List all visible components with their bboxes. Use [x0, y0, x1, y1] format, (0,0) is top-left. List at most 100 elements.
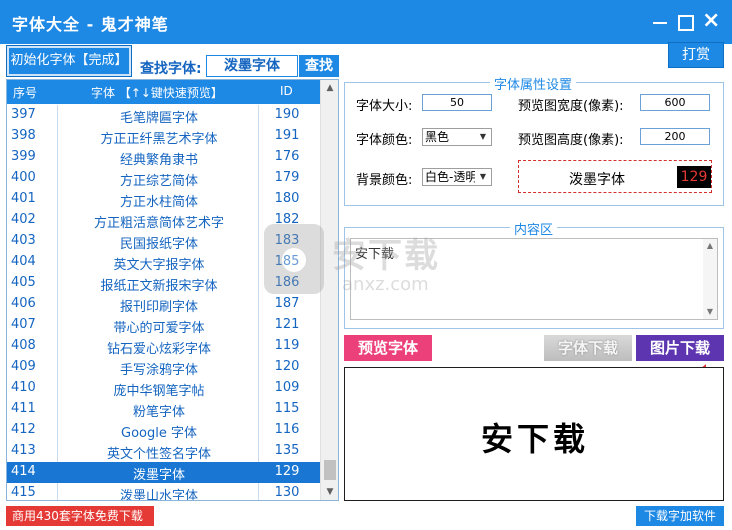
title-bar: 字体大全 - 鬼才神笔 × [0, 0, 732, 44]
cell-font-id: 109 [274, 380, 300, 395]
column-header-font[interactable]: 字体 【↑↓键快速预览】 [91, 84, 223, 101]
font-size-label: 字体大小: [356, 99, 413, 114]
find-button[interactable]: 查找 [299, 55, 339, 77]
cell-index: 400 [11, 170, 36, 185]
column-divider [57, 420, 58, 441]
cell-font-id: 129 [274, 464, 300, 479]
table-row[interactable]: 412 Google 字体 116 [7, 420, 320, 441]
column-divider [57, 273, 58, 294]
cell-font-id: 191 [274, 128, 300, 143]
window-title: 字体大全 - 鬼才神笔 [12, 15, 169, 34]
table-row[interactable]: 415 泼墨山水字体 130 [7, 483, 320, 500]
cell-font-id: 135 [274, 443, 300, 458]
cell-font-name: 粉笔字体 [132, 405, 185, 420]
cell-font-name: Google 字体 [121, 426, 197, 441]
cell-font-name: 带心的可爱字体 [113, 321, 205, 336]
preview-rendered-text: 安下载 [480, 420, 589, 458]
scroll-up-icon[interactable]: ▲ [321, 80, 338, 96]
cell-font-name: 英文个性签名字体 [106, 447, 211, 462]
content-text: 安下载 [355, 247, 395, 262]
content-scrollbar[interactable]: ▲ ▼ [703, 239, 717, 319]
selected-font-name: 泼墨字体 [569, 172, 625, 188]
table-row[interactable]: 400 方正综艺简体 179 [7, 168, 320, 189]
font-color-select[interactable]: 黑色 ▼ [422, 128, 492, 146]
cell-font-id: 130 [274, 485, 300, 500]
font-preview-pane: 安下载 [344, 367, 724, 501]
table-scrollbar[interactable]: ▲ ▼ [320, 80, 338, 500]
table-row[interactable]: 403 民国报纸字体 183 [7, 231, 320, 252]
cell-index: 412 [11, 422, 36, 437]
cell-font-id: 182 [274, 212, 300, 227]
commercial-fonts-link[interactable]: 商用430套字体免费下载 [6, 506, 154, 526]
cell-font-id: 187 [274, 296, 300, 311]
table-row[interactable]: 414 泼墨字体 129 [7, 462, 320, 483]
content-textarea[interactable]: 安下载 ▲ ▼ [350, 238, 718, 320]
table-row[interactable]: 405 报纸正文新报宋字体 186 [7, 273, 320, 294]
column-divider [57, 294, 58, 315]
cell-font-name: 经典繁角隶书 [119, 153, 198, 168]
preview-font-button[interactable]: 预览字体 [344, 335, 432, 361]
column-divider [57, 378, 58, 399]
cell-index: 404 [11, 254, 36, 269]
column-divider [57, 105, 58, 126]
close-icon[interactable]: × [702, 10, 720, 32]
table-row[interactable]: 409 手写涂鸦字体 120 [7, 357, 320, 378]
chevron-down-icon[interactable]: ▼ [475, 169, 491, 185]
table-row[interactable]: 411 粉笔字体 115 [7, 399, 320, 420]
init-fonts-button[interactable]: 初始化字体【完成】 [6, 45, 132, 77]
preview-height-input[interactable]: 200 [640, 128, 710, 145]
image-download-button[interactable]: 图片下载 [636, 335, 724, 361]
donate-button[interactable]: 打赏 [668, 42, 724, 68]
scroll-down-icon[interactable]: ▼ [703, 307, 717, 316]
cell-font-id: 185 [274, 254, 300, 269]
cell-font-id: 121 [274, 317, 300, 332]
font-size-input[interactable]: 50 [422, 94, 492, 111]
cell-font-name: 英文大字报字体 [113, 258, 205, 273]
cell-index: 399 [11, 149, 36, 164]
find-font-input[interactable]: 泼墨字体 [206, 55, 298, 77]
table-row[interactable]: 401 方正水柱简体 180 [7, 189, 320, 210]
cell-font-id: 120 [274, 359, 300, 374]
column-header-id[interactable]: ID [280, 84, 293, 98]
scroll-thumb[interactable] [324, 460, 336, 480]
cell-index: 402 [11, 212, 36, 227]
minimize-icon[interactable] [652, 14, 668, 30]
selected-font-id: 129 [677, 166, 711, 188]
scroll-down-icon[interactable]: ▼ [321, 484, 338, 500]
table-row[interactable]: 410 庞中华钢笔字帖 109 [7, 378, 320, 399]
cell-index: 409 [11, 359, 36, 374]
cell-font-name: 方正综艺简体 [119, 174, 198, 189]
cell-font-name: 民国报纸字体 [119, 237, 198, 252]
table-row[interactable]: 404 英文大字报字体 185 [7, 252, 320, 273]
column-divider [57, 357, 58, 378]
table-row[interactable]: 408 钻石爱心炫彩字体 119 [7, 336, 320, 357]
cell-index: 405 [11, 275, 36, 290]
table-row[interactable]: 398 方正正纤黑艺术字体 191 [7, 126, 320, 147]
font-download-button[interactable]: 字体下载 [544, 335, 632, 361]
chevron-down-icon[interactable]: ▼ [475, 129, 491, 145]
cell-index: 408 [11, 338, 36, 353]
cell-font-id: 186 [274, 275, 300, 290]
preview-width-input[interactable]: 600 [640, 94, 710, 111]
column-divider [57, 168, 58, 189]
table-row[interactable]: 407 带心的可爱字体 121 [7, 315, 320, 336]
column-divider [57, 483, 58, 500]
table-row[interactable]: 413 英文个性签名字体 135 [7, 441, 320, 462]
cell-font-id: 190 [274, 107, 300, 122]
bg-color-select[interactable]: 白色-透明 ▼ [422, 168, 492, 186]
table-row[interactable]: 406 报刊印刷字体 187 [7, 294, 320, 315]
table-row[interactable]: 397 毛笔牌匾字体 190 [7, 105, 320, 126]
font-properties-title: 字体属性设置 [490, 74, 577, 93]
cell-font-name: 报刊印刷字体 [119, 300, 198, 315]
maximize-icon[interactable] [677, 14, 694, 31]
scroll-up-icon[interactable]: ▲ [703, 241, 717, 250]
cell-index: 407 [11, 317, 36, 332]
table-row[interactable]: 399 经典繁角隶书 176 [7, 147, 320, 168]
column-header-index[interactable]: 序号 [13, 84, 37, 101]
selected-font-chip: 泼墨字体 129 [518, 160, 712, 193]
cell-font-id: 115 [274, 401, 300, 416]
table-row[interactable]: 402 方正粗活意简体艺术字 182 [7, 210, 320, 231]
cell-font-name: 方正粗活意简体艺术字 [93, 216, 224, 231]
download-software-link[interactable]: 下载字加软件 [636, 506, 724, 526]
cell-index: 401 [11, 191, 36, 206]
